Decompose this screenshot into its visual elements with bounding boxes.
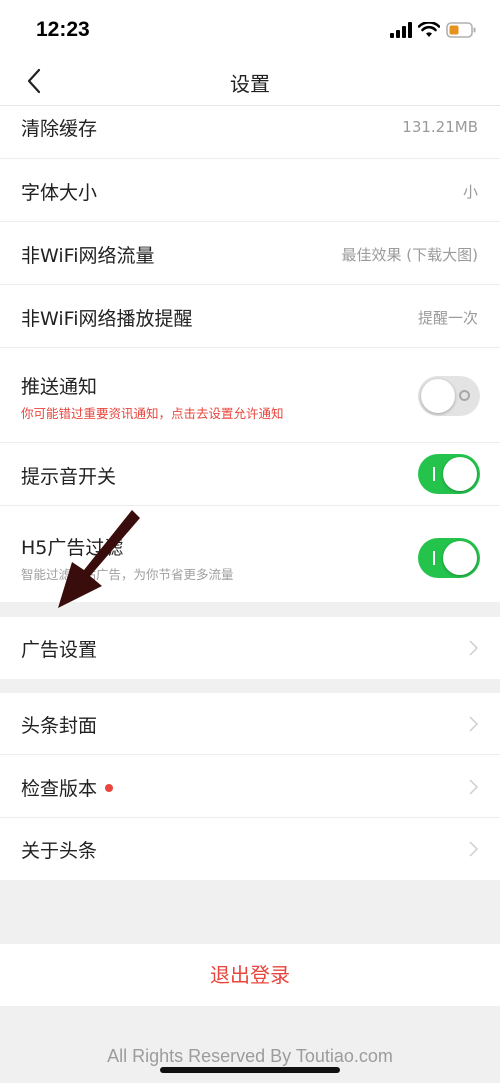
row-value: 提醒一次 — [417, 309, 478, 327]
row-value: 最佳效果 (下载大图) — [341, 246, 478, 264]
settings-row-push-notification[interactable]: 推送通知 你可能错过重要资讯通知，点击去设置允许通知 — [0, 348, 500, 443]
page-title: 设置 — [230, 72, 270, 96]
row-subtitle: 你可能错过重要资讯通知，点击去设置允许通知 — [21, 406, 284, 421]
chevron-right-icon — [469, 841, 479, 857]
battery-icon — [446, 22, 476, 38]
footer-copyright: All Rights Reserved By Toutiao.com — [107, 1046, 393, 1066]
row-value: 131.21MB — [402, 118, 478, 136]
chevron-right-icon — [469, 716, 479, 732]
home-indicator[interactable] — [160, 1067, 340, 1073]
row-title-text: 检查版本 — [21, 778, 98, 800]
settings-row-headline-cover[interactable]: 头条封面 — [0, 693, 500, 755]
toggle-on-mark — [433, 551, 435, 565]
toggle-knob — [421, 379, 455, 413]
push-notification-toggle[interactable] — [418, 376, 480, 416]
update-badge-dot — [105, 783, 114, 792]
settings-row-sound-switch[interactable]: 提示音开关 — [0, 443, 500, 506]
row-title: 关于头条 — [21, 840, 98, 862]
row-value: 小 — [462, 183, 478, 201]
settings-row-clear-cache[interactable]: 清除缓存 131.21MB — [0, 106, 500, 159]
row-title: 广告设置 — [21, 639, 98, 661]
status-bar: 12:23 — [0, 0, 500, 60]
settings-group-about: 头条封面 检查版本 关于头条 — [0, 693, 500, 880]
settings-row-non-wifi-play-reminder[interactable]: 非WiFi网络播放提醒 提醒一次 — [0, 285, 500, 348]
toggle-knob — [443, 457, 477, 491]
row-title: 非WiFi网络播放提醒 — [21, 308, 193, 330]
status-time: 12:23 — [36, 18, 90, 41]
logout-button[interactable]: 退出登录 — [0, 944, 500, 1006]
row-title: 推送通知 — [21, 376, 98, 398]
toggle-off-mark — [459, 390, 470, 401]
settings-group-ads: 广告设置 — [0, 617, 500, 679]
row-title: 清除缓存 — [21, 118, 98, 140]
settings-row-about[interactable]: 关于头条 — [0, 818, 500, 880]
settings-row-non-wifi-traffic[interactable]: 非WiFi网络流量 最佳效果 (下载大图) — [0, 222, 500, 285]
sound-toggle[interactable] — [418, 454, 480, 494]
toggle-on-mark — [433, 467, 435, 481]
status-icons — [390, 20, 476, 40]
row-title: 字体大小 — [21, 182, 98, 204]
chevron-right-icon — [469, 640, 479, 656]
cellular-signal-icon — [390, 22, 412, 38]
chevron-right-icon — [469, 779, 479, 795]
row-title: 头条封面 — [21, 715, 98, 737]
annotation-arrow-icon — [58, 510, 140, 608]
h5-ad-filter-toggle[interactable] — [418, 538, 480, 578]
toggle-knob — [443, 541, 477, 575]
settings-row-ad-settings[interactable]: 广告设置 — [0, 617, 500, 679]
nav-bar: 设置 — [0, 60, 500, 106]
settings-row-check-version[interactable]: 检查版本 — [0, 755, 500, 818]
row-title: 检查版本 — [21, 774, 114, 801]
row-title: 非WiFi网络流量 — [21, 245, 155, 267]
settings-row-font-size[interactable]: 字体大小 小 — [0, 159, 500, 222]
wifi-icon — [418, 22, 440, 37]
row-title: 提示音开关 — [21, 466, 117, 488]
